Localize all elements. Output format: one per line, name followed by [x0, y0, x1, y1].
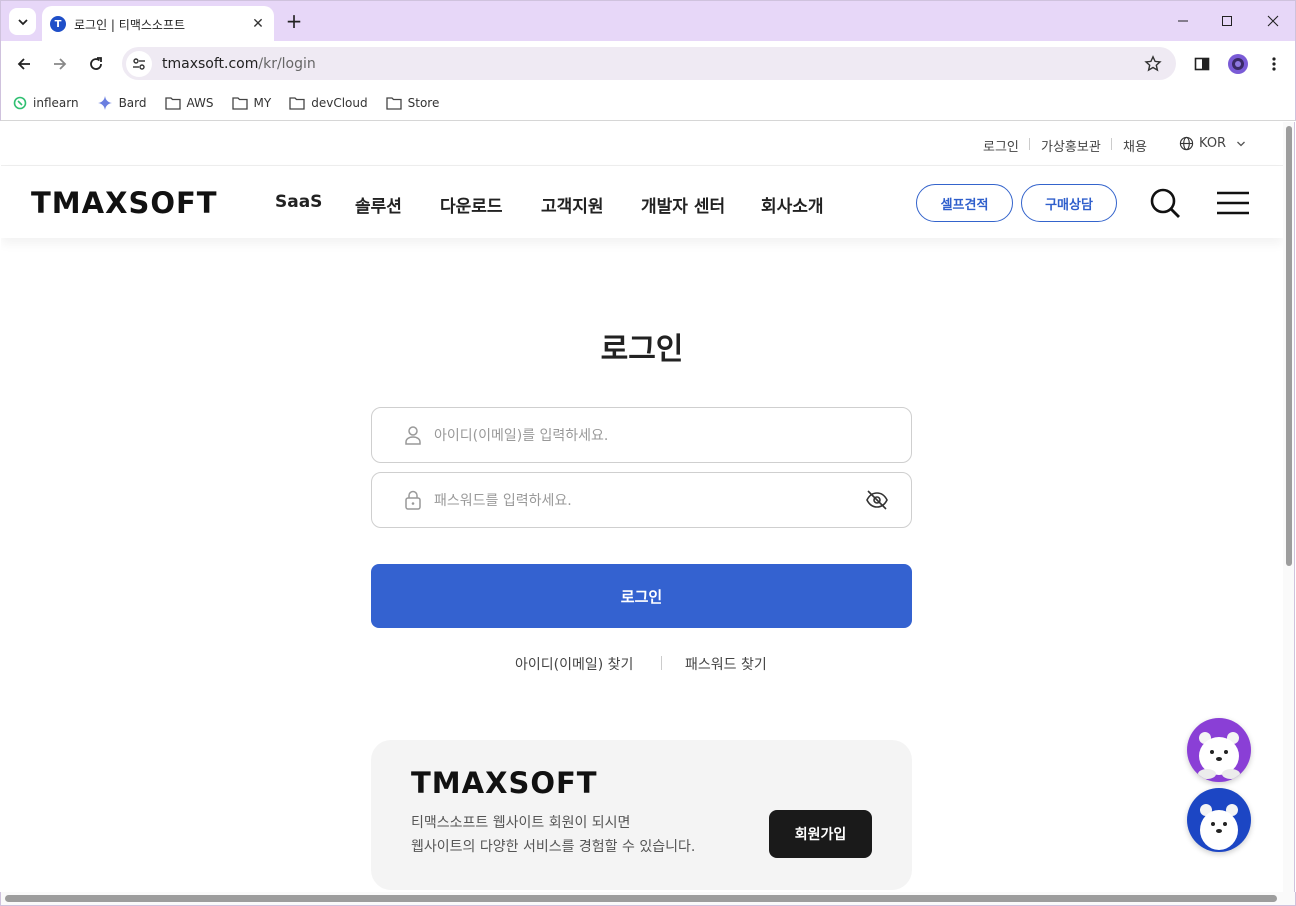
folder-icon [164, 97, 181, 110]
chevron-down-icon [1237, 141, 1246, 146]
web-page: 로그인 가상홍보관 채용 KOR TMAXSOFT SaaS 솔루션 다운로드 … [1, 122, 1283, 892]
purchase-consult-button[interactable]: 구매상담 [1021, 184, 1117, 222]
svg-text:TMAXSOFT: TMAXSOFT [31, 190, 218, 216]
bookmark-folder-my[interactable]: MY [231, 96, 271, 110]
util-pr-link[interactable]: 가상홍보관 [1041, 136, 1101, 155]
email-field[interactable]: 아이디(이메일)를 입력하세요. [371, 407, 912, 463]
bookmarks-bar: inflearn Bard AWS MY devCloud Store [0, 86, 1296, 121]
password-field[interactable]: 패스워드를 입력하세요. [371, 472, 912, 528]
horizontal-scrollbar[interactable] [0, 892, 1296, 906]
forward-button[interactable] [47, 51, 73, 77]
chevron-down-icon [17, 18, 28, 25]
nav-saas[interactable]: SaaS [275, 192, 322, 212]
side-panel-button[interactable] [1189, 51, 1215, 77]
page-title: 로그인 [600, 332, 684, 367]
minimize-icon [1178, 20, 1188, 22]
self-estimate-button[interactable]: 셀프견적 [916, 184, 1013, 222]
inflearn-icon [13, 96, 27, 110]
folder-icon [385, 97, 402, 110]
chatbot-bear-blue-button[interactable] [1187, 788, 1251, 852]
back-button[interactable] [11, 51, 37, 77]
active-tab[interactable]: T 로그인 | 티맥스소프트 ✕ [42, 6, 274, 42]
chatbot-bear-purple-button[interactable] [1187, 718, 1251, 782]
find-password-link[interactable]: 패스워드 찾기 [685, 654, 767, 674]
nav-support[interactable]: 고객지원 [541, 192, 604, 217]
scroll-thumb[interactable] [1286, 126, 1292, 566]
divider [1029, 138, 1030, 150]
find-id-link[interactable]: 아이디(이메일) 찾기 [515, 654, 633, 674]
bookmark-folder-store[interactable]: Store [385, 96, 439, 110]
browser-menu-button[interactable] [1261, 51, 1287, 77]
tmaxsoft-logo: TMAXSOFT [411, 770, 598, 796]
nav-download[interactable]: 다운로드 [440, 192, 503, 217]
globe-icon [1179, 136, 1194, 151]
tab-search-button[interactable] [9, 8, 36, 35]
nav-developer-center[interactable]: 개발자 센터 [641, 192, 725, 217]
search-icon[interactable] [1148, 186, 1182, 220]
bookmark-bard[interactable]: Bard [97, 95, 147, 111]
divider [1111, 138, 1112, 150]
nav-company[interactable]: 회사소개 [761, 192, 824, 217]
polar-bear-icon [1200, 804, 1238, 850]
close-window-button[interactable] [1261, 9, 1285, 33]
new-tab-button[interactable]: + [284, 10, 304, 32]
arrow-left-icon [17, 58, 30, 70]
main-navigation: TMAXSOFT SaaS 솔루션 다운로드 고객지원 개발자 센터 회사소개 … [1, 166, 1283, 238]
browser-tab-strip: T 로그인 | 티맥스소프트 ✕ + [0, 0, 1296, 42]
tab-close-icon[interactable]: ✕ [250, 16, 266, 32]
scroll-thumb[interactable] [5, 895, 1277, 902]
login-button[interactable]: 로그인 [371, 564, 912, 628]
tab-title: 로그인 | 티맥스소프트 [74, 17, 186, 32]
folder-icon [231, 97, 248, 110]
reload-icon [90, 57, 102, 70]
svg-text:TMAXSOFT: TMAXSOFT [411, 770, 598, 796]
bookmark-inflearn[interactable]: inflearn [13, 96, 79, 110]
bard-sparkle-icon [97, 96, 112, 110]
address-bar[interactable]: tmaxsoft.com/kr/login [122, 47, 1176, 80]
hamburger-menu-icon[interactable] [1217, 191, 1249, 215]
bookmark-star-icon[interactable] [1138, 54, 1168, 73]
tmaxsoft-logo[interactable]: TMAXSOFT [31, 190, 247, 216]
browser-toolbar: tmaxsoft.com/kr/login [0, 41, 1296, 86]
signup-promo-card: TMAXSOFT 티맥스소프트 웹사이트 회원이 되시면 웹사이트의 다양한 서… [371, 740, 912, 890]
profile-avatar-icon [1228, 54, 1248, 74]
reload-button[interactable] [83, 51, 109, 77]
util-careers-link[interactable]: 채용 [1123, 136, 1147, 155]
signup-text-line1: 티맥스소프트 웹사이트 회원이 되시면 [411, 815, 631, 831]
maximize-icon [1222, 16, 1232, 26]
maximize-button[interactable] [1215, 9, 1239, 33]
minimize-button[interactable] [1171, 9, 1195, 33]
site-settings-icon[interactable] [126, 50, 152, 77]
email-placeholder: 아이디(이메일)를 입력하세요. [434, 428, 609, 444]
vertical-scrollbar[interactable] [1283, 122, 1295, 892]
divider [661, 656, 662, 670]
signup-button[interactable]: 회원가입 [769, 810, 872, 858]
side-panel-icon [1194, 57, 1210, 71]
folder-icon [289, 97, 305, 110]
arrow-right-icon [54, 58, 67, 70]
signup-text-line2: 웹사이트의 다양한 서비스를 경험할 수 있습니다. [411, 839, 696, 855]
polar-bear-icon [1198, 732, 1240, 779]
utility-bar: 로그인 가상홍보관 채용 KOR [1, 122, 1283, 166]
close-icon [1267, 15, 1279, 27]
bookmark-folder-devcloud[interactable]: devCloud [289, 96, 368, 110]
util-login-link[interactable]: 로그인 [983, 136, 1019, 155]
password-placeholder: 패스워드를 입력하세요. [434, 493, 572, 509]
nav-solutions[interactable]: 솔루션 [355, 192, 402, 217]
more-vertical-icon [1272, 57, 1276, 71]
bookmark-folder-aws[interactable]: AWS [164, 96, 214, 110]
lock-icon [405, 490, 421, 510]
url-text: tmaxsoft.com/kr/login [162, 55, 316, 72]
user-icon [405, 426, 421, 445]
language-selector[interactable]: KOR [1179, 136, 1246, 151]
tmaxsoft-favicon-icon: T [50, 16, 66, 32]
profile-button[interactable] [1225, 51, 1251, 77]
eye-off-icon[interactable] [865, 490, 889, 510]
